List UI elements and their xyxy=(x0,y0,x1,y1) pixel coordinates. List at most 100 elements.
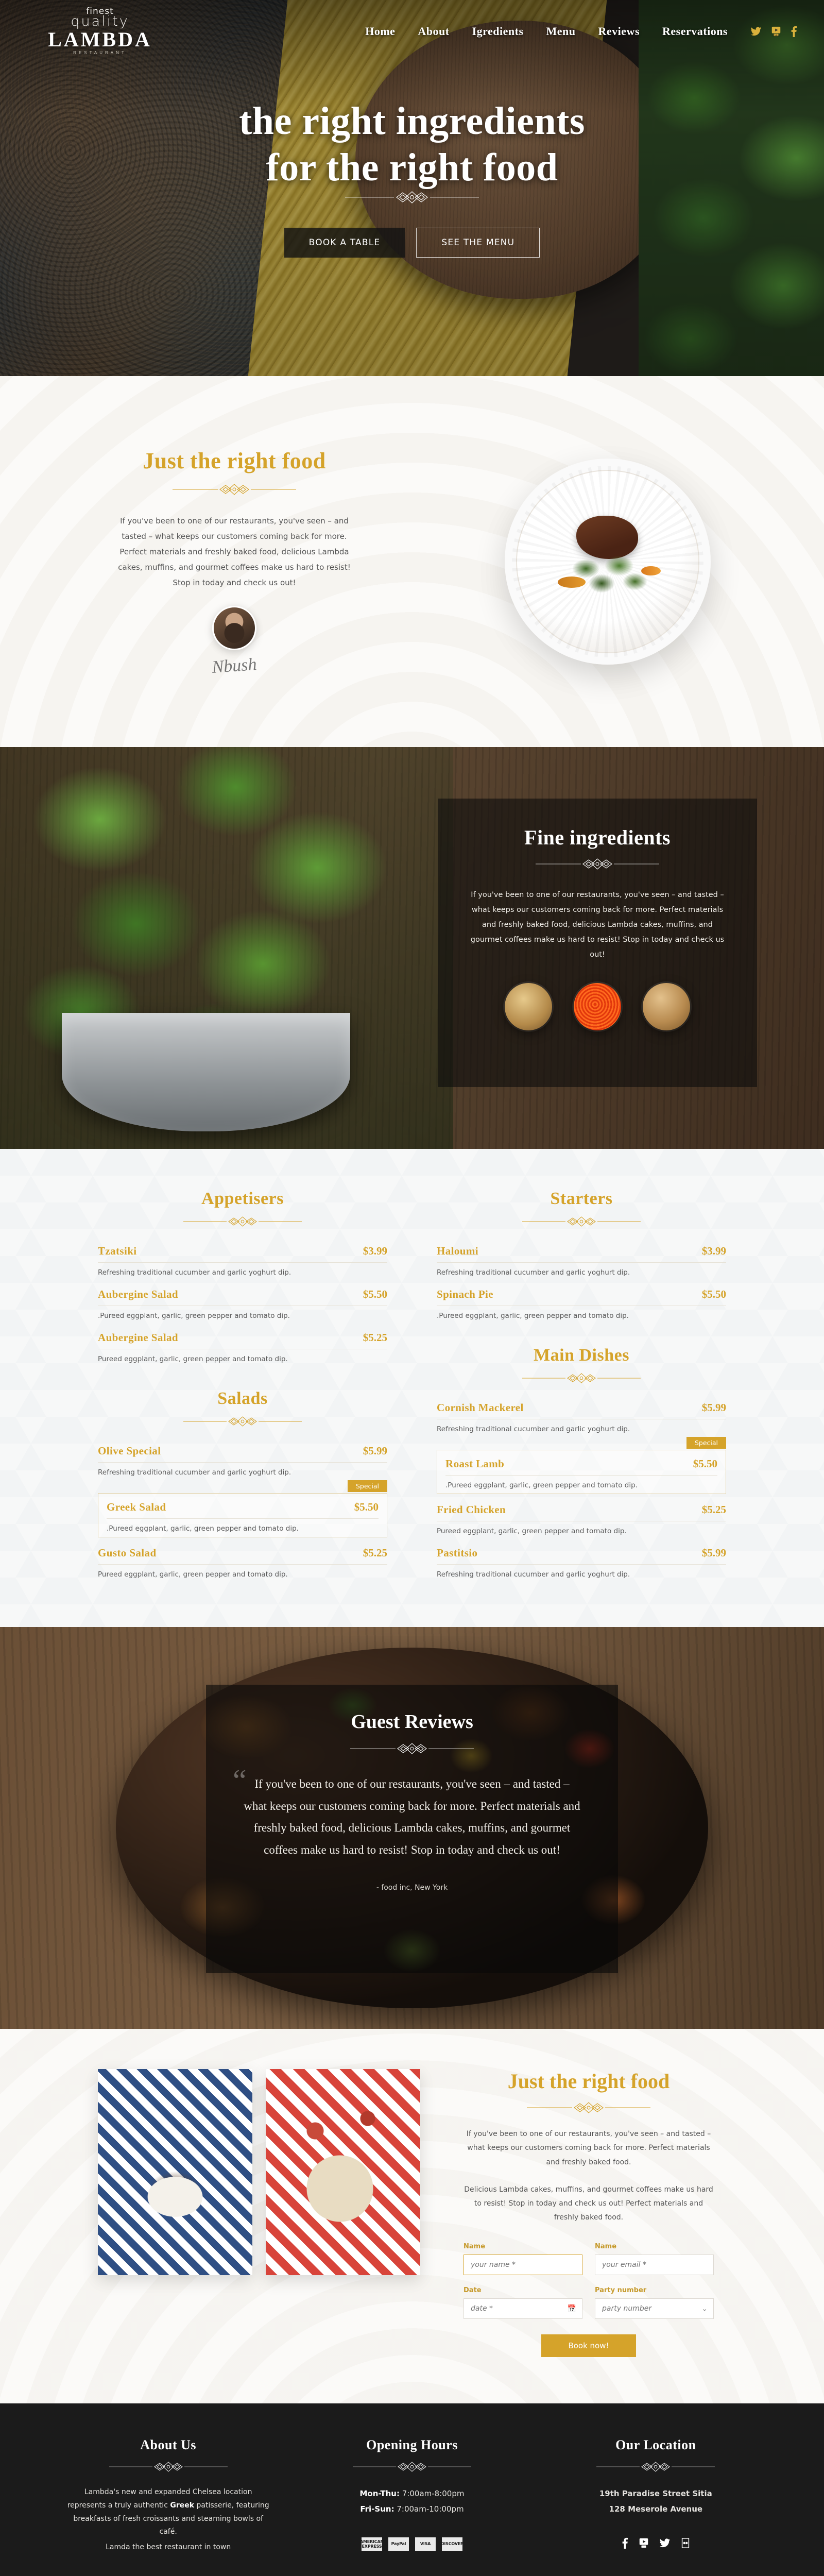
hero-heading: the right ingredients for the right food xyxy=(0,98,824,191)
footer-about-bold: Greek xyxy=(170,2501,195,2510)
name-input[interactable] xyxy=(464,2254,582,2275)
facebook-icon[interactable] xyxy=(791,26,797,37)
email-input[interactable] xyxy=(595,2254,714,2275)
menu-item-name: Aubergine Salad xyxy=(98,1288,178,1300)
menu-item-special[interactable]: Special Greek Salad $5.50 .Pureed eggpla… xyxy=(98,1480,387,1537)
see-the-menu-button[interactable]: SEE THE MENU xyxy=(416,228,540,258)
date-input[interactable] xyxy=(464,2298,582,2319)
menu-item[interactable]: Cornish Mackerel $5.99 Refreshing tradit… xyxy=(437,1392,726,1435)
status-badge: Special xyxy=(686,1437,726,1449)
menu-group-title: Appetisers xyxy=(201,1189,284,1208)
nav-item-reservations[interactable]: Reservations xyxy=(662,25,728,38)
ornament-divider-icon xyxy=(536,858,659,870)
menu-group-header: Main Dishes xyxy=(437,1346,726,1384)
book-a-table-button[interactable]: BOOK A TABLE xyxy=(284,228,405,258)
ornament-divider-icon xyxy=(183,1216,302,1227)
menu-item-row: Olive Special $5.99 xyxy=(98,1445,387,1463)
menu-item-name: Greek Salad xyxy=(107,1501,166,1513)
party-field-group: Party number ⌄ xyxy=(595,2286,714,2319)
main-navigation: Home About Igredients Menu Reviews Reser… xyxy=(177,25,801,38)
ornament-divider-icon xyxy=(527,2102,650,2113)
dish-food xyxy=(554,513,662,611)
menu-group-title: Main Dishes xyxy=(534,1346,629,1365)
payment-methods: AMERICAN EXPRESS PayPal VISA DISCOVER xyxy=(311,2537,513,2551)
avatar xyxy=(212,605,256,650)
menu-item-price: $5.99 xyxy=(701,1547,726,1559)
plated-dish-image xyxy=(505,459,711,665)
ornament-divider-icon xyxy=(352,2462,471,2472)
ornament-divider-icon xyxy=(173,483,296,495)
address-line-two: 128 Meserole Avenue xyxy=(609,2504,703,2514)
footer-location-body: 19th Paradise Street Sitia 128 Meserole … xyxy=(555,2486,757,2517)
menu-item-description: .Pureed eggplant, garlic, green pepper a… xyxy=(445,1481,638,1489)
nav-item-home[interactable]: Home xyxy=(365,25,395,38)
site-logo[interactable]: finest quality LAMBDA RESTAURANT xyxy=(23,7,177,55)
hero-heading-line2: for the right food xyxy=(266,145,558,189)
menu-item[interactable]: Spinach Pie $5.50 .Pureed eggplant, garl… xyxy=(437,1279,726,1322)
menu-grid: Appetisers Tzatsiki $3.99 Refreshing tra… xyxy=(98,1189,726,1581)
booking-photos xyxy=(98,2069,420,2275)
reviews-title: Guest Reviews xyxy=(351,1711,473,1733)
party-input-wrapper: ⌄ xyxy=(595,2298,714,2319)
menu-item[interactable]: Haloumi $3.99 Refreshing traditional cuc… xyxy=(437,1235,726,1279)
menu-item-description: .Pureed eggplant, garlic, green pepper a… xyxy=(107,1524,299,1533)
menu-column-right: Starters Haloumi $3.99 Refreshing tradit… xyxy=(437,1189,726,1581)
footer-social-links xyxy=(555,2537,757,2549)
nav-item-ingredients[interactable]: Igredients xyxy=(472,25,524,38)
hero-content: the right ingredients for the right food… xyxy=(0,98,824,258)
menu-item[interactable]: Aubergine Salad $5.25 Pureed eggplant, g… xyxy=(98,1322,387,1365)
hero-section: finest quality LAMBDA RESTAURANT Home Ab… xyxy=(0,0,824,376)
menu-item-name: Roast Lamb xyxy=(445,1458,505,1470)
menu-item-name: Tzatsiki xyxy=(98,1245,137,1257)
menu-item[interactable]: Olive Special $5.99 Refreshing tradition… xyxy=(98,1435,387,1479)
greens-element xyxy=(565,553,653,599)
site-header: finest quality LAMBDA RESTAURANT Home Ab… xyxy=(0,0,824,55)
address-line-one: 19th Paradise Street Sitia xyxy=(599,2488,712,2498)
visa-icon: VISA xyxy=(415,2537,436,2551)
menu-item-description: Pureed eggplant, garlic, green pepper an… xyxy=(98,1355,288,1363)
menu-item[interactable]: Tzatsiki $3.99 Refreshing traditional cu… xyxy=(98,1235,387,1279)
menu-group-header: Salads xyxy=(98,1389,387,1427)
flickr-icon[interactable] xyxy=(681,2537,690,2549)
youtube-icon[interactable]: Tube xyxy=(771,26,781,37)
menu-item-description: Refreshing traditional cucumber and garl… xyxy=(437,1268,630,1277)
menu-group-title: Starters xyxy=(550,1189,613,1208)
party-number-label: Party number xyxy=(595,2286,647,2294)
menu-item-price: $5.50 xyxy=(693,1458,717,1470)
menu-item-name: Pastitsio xyxy=(437,1547,478,1559)
twitter-icon[interactable] xyxy=(750,26,762,37)
review-card: Guest Reviews “ If you've been to one of… xyxy=(206,1685,618,1973)
menu-item-row: Aubergine Salad $5.25 xyxy=(98,1331,387,1349)
twitter-icon[interactable] xyxy=(659,2537,671,2549)
menu-item[interactable]: Pastitsio $5.99 Refreshing traditional c… xyxy=(437,1537,726,1581)
reviews-section: Guest Reviews “ If you've been to one of… xyxy=(0,1627,824,2029)
nav-item-about[interactable]: About xyxy=(418,25,449,38)
footer-hours-title: Opening Hours xyxy=(366,2437,458,2452)
menu-item-row: Roast Lamb $5.50 xyxy=(445,1458,717,1476)
hours-row: Mon-Thu: 7:00am-8:00pm xyxy=(311,2486,513,2501)
menu-item[interactable]: Aubergine Salad $5.50 .Pureed eggplant, … xyxy=(98,1279,387,1322)
menu-item[interactable]: Fried Chicken $5.25 Pureed eggplant, gar… xyxy=(437,1494,726,1537)
ornament-divider-icon xyxy=(109,2462,228,2472)
menu-item-special[interactable]: Special Roast Lamb $5.50 .Pureed eggplan… xyxy=(437,1437,726,1494)
discover-icon: DISCOVER xyxy=(441,2537,464,2551)
ornament-divider-icon xyxy=(522,1216,641,1227)
site-footer: About Us Lambda's new and expanded Chels… xyxy=(0,2403,824,2576)
facebook-icon[interactable] xyxy=(622,2537,628,2549)
party-number-select[interactable] xyxy=(595,2298,714,2319)
menu-item-name: Cornish Mackerel xyxy=(437,1401,524,1414)
booking-paragraph-two: Delicious Lambda cakes, muffins, and gou… xyxy=(464,2185,713,2222)
footer-about-line3: Lamda the best restaurant in town xyxy=(106,2543,231,2552)
booking-grid: Just the right food If you've been to on… xyxy=(98,2069,726,2357)
email-field-group: Name xyxy=(595,2243,714,2275)
about-image-column xyxy=(391,459,824,665)
nav-item-menu[interactable]: Menu xyxy=(546,25,576,38)
book-now-button[interactable]: Book now! xyxy=(541,2334,636,2357)
nav-item-reviews[interactable]: Reviews xyxy=(598,25,640,38)
youtube-icon[interactable] xyxy=(639,2537,649,2549)
menu-item[interactable]: Gusto Salad $5.25 Pureed eggplant, garli… xyxy=(98,1537,387,1581)
menu-item-price: $3.99 xyxy=(701,1245,726,1257)
menu-item-price: $5.99 xyxy=(363,1445,387,1457)
date-field-group: Date 📅 xyxy=(464,2286,582,2319)
menu-item-price: $5.50 xyxy=(354,1501,379,1513)
